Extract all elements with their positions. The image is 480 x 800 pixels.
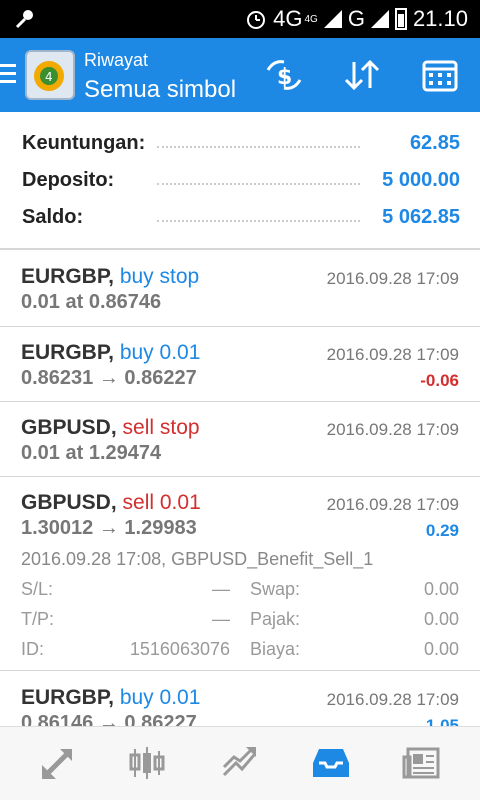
- sort-icon[interactable]: [342, 58, 382, 92]
- signal-icon-2: [370, 10, 389, 28]
- order-time: 2016.09.28 17:09: [326, 269, 459, 288]
- summary-row-profit: Keuntungan: 62.85: [22, 130, 460, 160]
- symbol: EURGBP,: [21, 686, 114, 709]
- swap-label: Swap:: [250, 579, 301, 599]
- sl-value: —: [212, 579, 230, 599]
- svg-text:$: $: [277, 65, 292, 90]
- account-summary: Keuntungan: 62.85 Deposito: 5 000.00 Sal…: [0, 112, 480, 250]
- svg-text:4: 4: [45, 70, 53, 84]
- battery-icon: [394, 8, 407, 30]
- quotes-icon[interactable]: [38, 745, 78, 781]
- summary-value: 62.85: [403, 132, 460, 155]
- list-item[interactable]: EURGBP, buy 0.01 0.86146 → 0.86227 2016.…: [0, 672, 480, 726]
- order-time: 2016.09.28 17:09: [326, 420, 459, 439]
- summary-label: Saldo:: [22, 206, 90, 229]
- fee-value: 0.00: [423, 639, 459, 659]
- sl-label: S/L:: [21, 579, 54, 599]
- list-item[interactable]: GBPUSD, sell stop 0.01 at 1.29474 2016.0…: [0, 402, 480, 477]
- order-type: buy 0.01: [119, 686, 201, 709]
- swap-value: 0.00: [423, 579, 459, 599]
- id-value: 1516063076: [129, 639, 230, 659]
- order-type: sell stop: [122, 416, 200, 439]
- dollar-swap-icon[interactable]: $: [264, 58, 304, 92]
- app-logo[interactable]: 4: [25, 50, 75, 100]
- history-icon[interactable]: [311, 745, 351, 781]
- order-detail: 0.01 at 0.86746: [21, 291, 162, 313]
- list-item[interactable]: EURGBP, buy stop 0.01 at 0.86746 2016.09…: [0, 251, 480, 327]
- order-time: 2016.09.28 17:09: [326, 345, 459, 364]
- menu-icon[interactable]: [0, 64, 16, 86]
- bottom-navigation: [0, 726, 480, 800]
- app-subtitle[interactable]: Semua simbol: [84, 76, 236, 104]
- expanded-header: 2016.09.28 17:08, GBPUSD_Benefit_Sell_1: [21, 549, 374, 569]
- tax-label: Pajak:: [250, 609, 301, 629]
- fee-label: Biaya:: [250, 639, 301, 659]
- order-type: buy 0.01: [119, 341, 201, 364]
- chart-icon[interactable]: [127, 745, 167, 781]
- news-icon[interactable]: [402, 745, 442, 781]
- signal-icon: [323, 10, 342, 28]
- trade-icon[interactable]: [220, 745, 260, 781]
- list-item[interactable]: EURGBP, buy 0.01 0.86231 → 0.86227 2016.…: [0, 327, 480, 402]
- order-time: 2016.09.28 17:09: [326, 690, 459, 709]
- network-label-2: G: [347, 6, 365, 31]
- tp-value: —: [212, 609, 230, 629]
- order-profit: 0.29: [425, 521, 459, 540]
- order-type: sell 0.01: [122, 491, 201, 514]
- summary-label: Deposito:: [22, 169, 121, 192]
- symbol: GBPUSD,: [21, 416, 117, 439]
- app-title: Riwayat: [84, 50, 149, 70]
- clock: 21.10: [412, 6, 468, 31]
- summary-row-deposit: Deposito: 5 000.00: [22, 167, 460, 197]
- order-detail: 0.86231 → 0.86227: [21, 367, 197, 389]
- order-detail: 0.01 at 1.29474: [21, 442, 162, 464]
- microphone-icon: [15, 10, 33, 29]
- order-time: 2016.09.28 17:09: [326, 495, 459, 514]
- order-detail: 1.30012 → 1.29983: [21, 517, 197, 539]
- order-profit: -0.06: [420, 371, 459, 390]
- summary-value: 5 062.85: [376, 206, 460, 229]
- tax-value: 0.00: [423, 609, 459, 629]
- symbol: GBPUSD,: [21, 491, 117, 514]
- symbol: EURGBP,: [21, 265, 114, 288]
- summary-value: 5 000.00: [376, 169, 460, 192]
- id-label: ID:: [21, 639, 45, 659]
- network-label-1: 4G: [273, 6, 303, 31]
- app-bar: 4 Riwayat Semua simbol $: [0, 38, 480, 112]
- network-label-1-sup: 4G: [304, 13, 318, 25]
- order-detail: 0.86146 → 0.86227: [21, 712, 197, 726]
- symbol: EURGBP,: [21, 341, 114, 364]
- status-bar: 4G 4G G 21.10: [0, 0, 480, 38]
- order-profit: 1.05: [425, 716, 459, 726]
- summary-label: Keuntungan:: [22, 132, 152, 155]
- alarm-icon: [247, 11, 266, 29]
- calendar-icon[interactable]: [420, 58, 460, 92]
- tp-label: T/P:: [21, 609, 55, 629]
- list-item-expanded[interactable]: GBPUSD, sell 0.01 1.30012 → 1.29983 2016…: [0, 477, 480, 671]
- order-type: buy stop: [119, 265, 200, 288]
- summary-row-balance: Saldo: 5 062.85: [22, 204, 460, 234]
